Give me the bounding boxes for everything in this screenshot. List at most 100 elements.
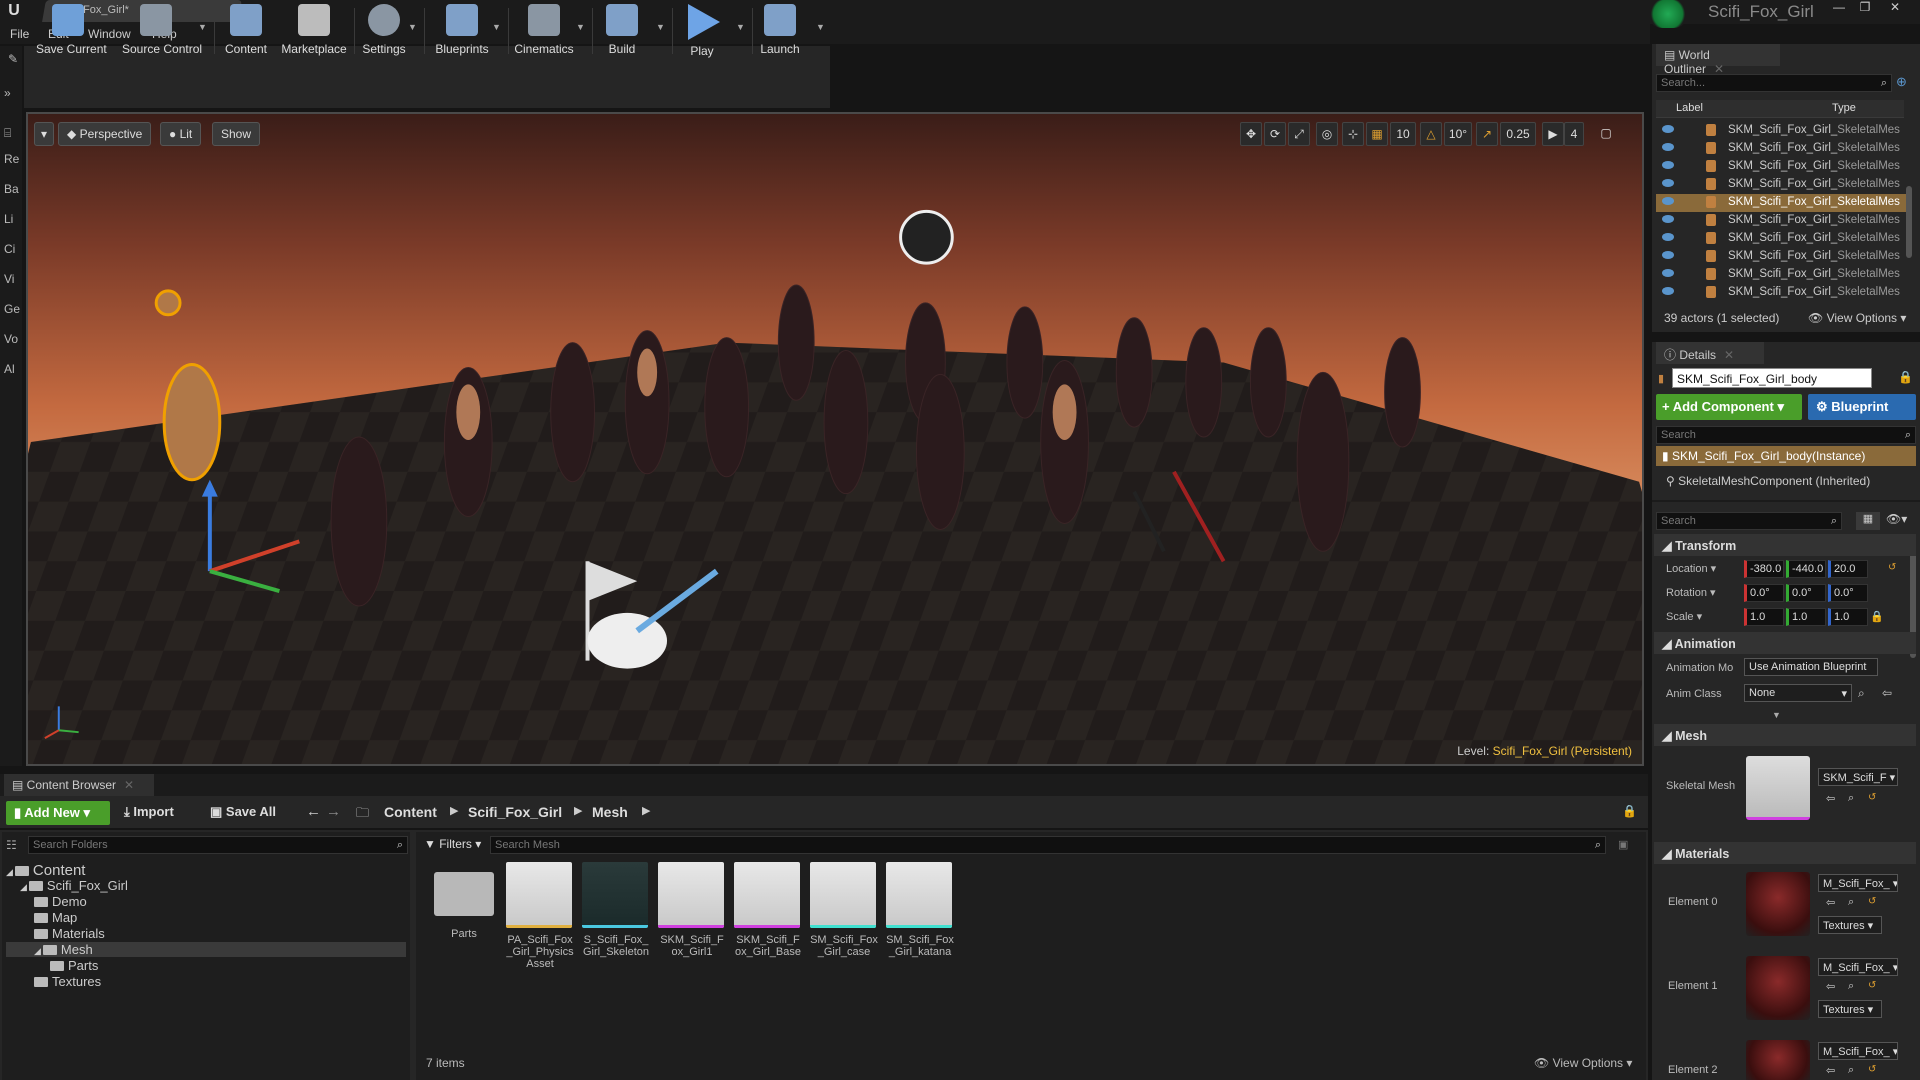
blueprints-dropdown-icon[interactable]: ▼ bbox=[492, 22, 501, 32]
launch-button[interactable]: Launch bbox=[748, 2, 812, 60]
component-search-input[interactable]: Search ⌕ bbox=[1656, 426, 1916, 444]
animation-section-header[interactable]: ◢ Animation bbox=[1654, 632, 1916, 654]
scale-z-field[interactable]: 1.0 bbox=[1828, 608, 1868, 626]
settings-dropdown-icon[interactable]: ▼ bbox=[408, 22, 417, 32]
forward-arrow-icon[interactable]: → bbox=[326, 803, 341, 820]
folder-tree-item[interactable]: Map bbox=[6, 910, 406, 925]
play-dropdown-icon[interactable]: ▼ bbox=[736, 22, 745, 32]
sources-toggle-icon[interactable]: ☷ bbox=[6, 838, 17, 852]
camera-speed-icon[interactable]: ▶ bbox=[1542, 122, 1564, 146]
grid-snap-value[interactable]: 10 bbox=[1390, 122, 1416, 146]
folder-tree-item[interactable]: Demo bbox=[6, 894, 406, 909]
mode-item-lights[interactable]: Li bbox=[4, 212, 20, 226]
browse-icon[interactable]: ⌕ bbox=[1848, 896, 1854, 909]
folder-tree-item[interactable]: Parts bbox=[6, 958, 406, 973]
visibility-eye-icon[interactable] bbox=[1662, 269, 1674, 277]
launch-dropdown-icon[interactable]: ▼ bbox=[816, 22, 825, 32]
level-viewport[interactable]: ▾ ◆ Perspective ● Lit Show ✥ ⟳ ⤢ ◎ ⊹ ▦ 1… bbox=[26, 112, 1644, 766]
translate-mode-icon[interactable]: ✥ bbox=[1240, 122, 1262, 146]
reset-to-default-icon[interactable]: ↺ bbox=[1888, 562, 1896, 573]
blueprints-button[interactable]: Blueprints bbox=[428, 2, 496, 60]
visibility-eye-icon[interactable] bbox=[1662, 143, 1674, 151]
use-selected-icon[interactable]: ⇦ bbox=[1826, 980, 1835, 993]
visibility-eye-icon[interactable] bbox=[1662, 215, 1674, 223]
asset-tile[interactable]: PA_Scifi_Fox_Girl_Physics Asset bbox=[506, 862, 574, 970]
property-matrix-icon[interactable]: ▦ bbox=[1856, 512, 1880, 530]
actor-name-input[interactable]: SKM_Scifi_Fox_Girl_body bbox=[1672, 368, 1872, 388]
content-button[interactable]: Content bbox=[214, 2, 278, 60]
breadcrumb-separator-icon[interactable]: ▶ bbox=[642, 804, 650, 817]
source-control-button[interactable]: Source Control bbox=[122, 2, 202, 60]
outliner-row[interactable]: SKM_Scifi_Fox_Girl_SkeletalMes bbox=[1656, 176, 1908, 194]
skeletal-mesh-dropdown[interactable]: SKM_Scifi_F ▾ bbox=[1818, 768, 1898, 786]
lock-icon[interactable]: 🔒 bbox=[1898, 370, 1913, 384]
visibility-eye-icon[interactable] bbox=[1662, 125, 1674, 133]
visibility-eye-icon[interactable] bbox=[1662, 251, 1674, 259]
content-browser-tab[interactable]: ▤ Content Browser ✕ bbox=[4, 774, 154, 796]
component-instance-row[interactable]: ▮ SKM_Scifi_Fox_Girl_body(Instance) bbox=[1656, 446, 1916, 466]
asset-tile[interactable]: SM_Scifi_Fox_Girl_case bbox=[810, 862, 878, 958]
reset-to-default-icon[interactable]: ↺ bbox=[1868, 792, 1876, 803]
reset-to-default-icon[interactable]: ↺ bbox=[1868, 896, 1876, 907]
outliner-row[interactable]: SKM_Scifi_Fox_Girl_SkeletalMes bbox=[1656, 158, 1908, 176]
advanced-expand-icon[interactable]: ▼ bbox=[1772, 710, 1781, 720]
asset-tile[interactable]: S_Scifi_Fox_Girl_Skeleton bbox=[582, 862, 650, 958]
use-selected-icon[interactable]: ⇦ bbox=[1882, 686, 1892, 700]
use-selected-icon[interactable]: ⇦ bbox=[1826, 1064, 1835, 1077]
modes-icon[interactable]: ✎ bbox=[8, 52, 24, 66]
scale-snap-value[interactable]: 0.25 bbox=[1500, 122, 1536, 146]
material-thumbnail[interactable] bbox=[1746, 1040, 1810, 1080]
maximize-icon[interactable]: ❐ bbox=[1854, 0, 1876, 16]
lit-button[interactable]: ● Lit bbox=[160, 122, 202, 146]
surface-snap-icon[interactable]: ⊹ bbox=[1342, 122, 1364, 146]
asset-folder-tile[interactable]: Parts bbox=[430, 862, 498, 940]
browse-icon[interactable]: ⌕ bbox=[1848, 1064, 1854, 1077]
scale-mode-icon[interactable]: ⤢ bbox=[1288, 122, 1310, 146]
camera-speed-value[interactable]: 4 bbox=[1564, 122, 1584, 146]
marketplace-button[interactable]: Marketplace bbox=[280, 2, 348, 60]
scale-x-field[interactable]: 1.0 bbox=[1744, 608, 1784, 626]
back-arrow-icon[interactable]: ← bbox=[306, 803, 321, 820]
search-folders-input[interactable]: Search Folders ⌕ bbox=[28, 836, 408, 854]
expand-arrow-icon[interactable]: ◢ bbox=[20, 882, 27, 892]
outliner-search-input[interactable]: Search... ⌕ bbox=[1656, 74, 1892, 92]
maximize-viewport-icon[interactable]: ▢ bbox=[1596, 122, 1616, 146]
mode-item-basic[interactable]: Ba bbox=[4, 182, 20, 196]
location-label[interactable]: Location ▾ bbox=[1666, 562, 1716, 575]
material-dropdown[interactable]: M_Scifi_Fox_ ▾ bbox=[1818, 1042, 1898, 1060]
build-dropdown-icon[interactable]: ▼ bbox=[656, 22, 665, 32]
browse-icon[interactable]: ⌕ bbox=[1858, 686, 1865, 701]
source-control-dropdown-icon[interactable]: ▼ bbox=[198, 22, 207, 32]
folder-tree-item[interactable]: ◢ Mesh bbox=[6, 942, 406, 957]
textures-dropdown[interactable]: Textures ▾ bbox=[1818, 916, 1882, 934]
rotation-z-field[interactable]: 0.0° bbox=[1828, 584, 1868, 602]
expand-arrow-icon[interactable]: ◢ bbox=[6, 867, 13, 877]
save-current-button[interactable]: Save Current bbox=[36, 2, 107, 60]
lock-scale-icon[interactable]: 🔒 bbox=[1870, 610, 1884, 623]
close-tab-icon[interactable]: ✕ bbox=[1724, 348, 1734, 362]
asset-tile[interactable]: SKM_Scifi_Fox_Girl_Base bbox=[734, 862, 802, 958]
visibility-eye-icon[interactable] bbox=[1662, 179, 1674, 187]
breadcrumb-separator-icon[interactable]: ▶ bbox=[450, 804, 458, 817]
viewport-options-button[interactable]: ▾ bbox=[34, 122, 55, 146]
lock-icon[interactable]: 🔒 bbox=[1622, 804, 1637, 818]
outliner-row[interactable]: SKM_Scifi_Fox_Girl_SkeletalMes bbox=[1656, 230, 1908, 248]
filters-button[interactable]: ▼ Filters ▾ bbox=[424, 837, 481, 851]
transform-section-header[interactable]: ◢ Transform bbox=[1654, 534, 1916, 556]
rotation-label[interactable]: Rotation ▾ bbox=[1666, 586, 1716, 599]
cb-view-options-button[interactable]: 👁 View Options ▾ bbox=[1534, 1056, 1632, 1070]
folder-tree-item[interactable]: Textures bbox=[6, 974, 406, 989]
component-row[interactable]: ⚲ SkeletalMeshComponent (Inherited) bbox=[1666, 474, 1870, 488]
material-dropdown[interactable]: M_Scifi_Fox_ ▾ bbox=[1818, 874, 1898, 892]
grid-snap-icon[interactable]: ▦ bbox=[1366, 122, 1388, 146]
add-new-button[interactable]: ▮ Add New ▾ bbox=[6, 801, 110, 825]
outliner-row[interactable]: SKM_Scifi_Fox_Girl_SkeletalMes bbox=[1656, 140, 1908, 158]
mode-item-cinematic[interactable]: Ci bbox=[4, 242, 20, 256]
material-thumbnail[interactable] bbox=[1746, 956, 1810, 1020]
menu-file[interactable]: File bbox=[10, 27, 29, 41]
rotate-mode-icon[interactable]: ⟳ bbox=[1264, 122, 1286, 146]
visibility-eye-icon[interactable] bbox=[1662, 161, 1674, 169]
scale-label[interactable]: Scale ▾ bbox=[1666, 610, 1702, 623]
cinematics-button[interactable]: Cinematics bbox=[510, 2, 578, 60]
import-button[interactable]: ⤓ Import bbox=[124, 804, 174, 820]
